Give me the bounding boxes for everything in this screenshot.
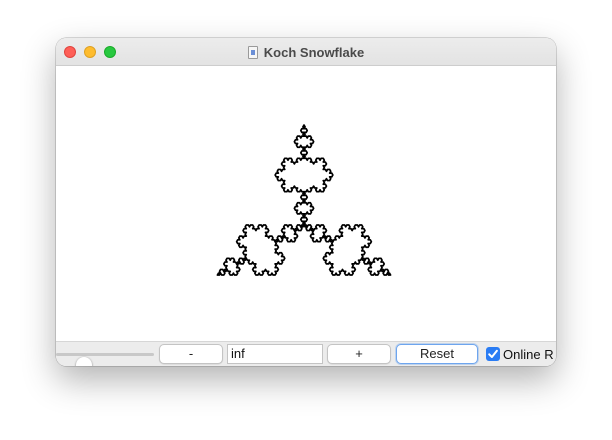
slider-thumb[interactable] xyxy=(76,357,93,366)
increment-button[interactable]: + xyxy=(327,344,391,364)
iterations-field[interactable]: inf xyxy=(227,344,323,364)
checkmark-icon xyxy=(488,349,498,358)
document-icon xyxy=(247,45,258,59)
title-bar[interactable]: Koch Snowflake xyxy=(56,38,556,66)
online-render-checkbox[interactable] xyxy=(486,347,500,361)
control-bar: - inf + Reset Online R xyxy=(56,341,556,366)
iteration-slider[interactable] xyxy=(56,353,154,366)
decrement-button[interactable]: - xyxy=(159,344,223,364)
window-title: Koch Snowflake xyxy=(263,44,365,60)
online-render-label: Online R xyxy=(503,347,554,362)
koch-snowflake-drawing xyxy=(216,124,392,276)
app-window: Koch Snowflake - inf + Reset Online R xyxy=(56,38,556,366)
reset-button[interactable]: Reset xyxy=(396,344,478,364)
drawing-canvas[interactable] xyxy=(56,66,556,341)
koch-snowflake-outline xyxy=(216,124,392,276)
window-title-group: Koch Snowflake xyxy=(56,38,556,66)
